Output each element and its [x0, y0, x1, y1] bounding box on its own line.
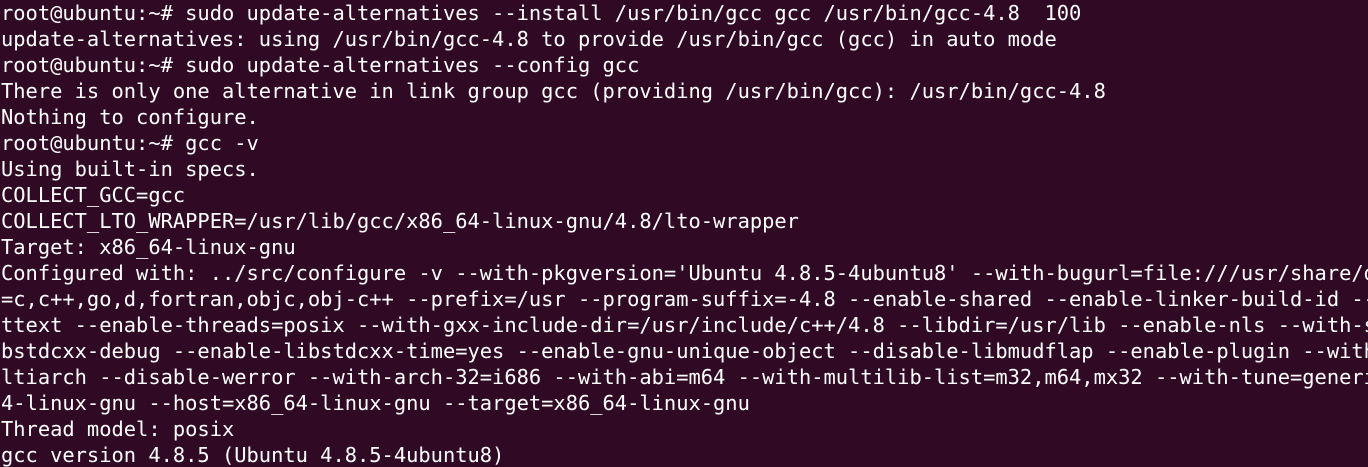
terminal-line: Thread model: posix: [1, 417, 235, 441]
terminal-line: gcc version 4.8.5 (Ubuntu 4.8.5-4ubuntu8…: [1, 443, 505, 467]
terminal-line: Using built-in specs.: [1, 157, 259, 181]
terminal-line: ltiarch --disable-werror --with-arch-32=…: [1, 365, 1368, 389]
terminal-line: ttext --enable-threads=posix --with-gxx-…: [1, 313, 1368, 337]
terminal-line: =c,c++,go,d,fortran,objc,obj-c++ --prefi…: [1, 287, 1368, 311]
terminal-line: update-alternatives: using /usr/bin/gcc-…: [1, 27, 1057, 51]
terminal-line: root@ubuntu:~# gcc -v: [1, 131, 259, 155]
terminal-line: bstdcxx-debug --enable-libstdcxx-time=ye…: [1, 339, 1368, 363]
terminal-line: COLLECT_GCC=gcc: [1, 183, 186, 207]
terminal-line: There is only one alternative in link gr…: [1, 79, 1106, 103]
terminal-window[interactable]: root@ubuntu:~# sudo update-alternatives …: [0, 0, 1368, 467]
terminal-line: Nothing to configure.: [1, 105, 259, 129]
terminal-line: root@ubuntu:~# sudo update-alternatives …: [1, 1, 1082, 25]
terminal-line: COLLECT_LTO_WRAPPER=/usr/lib/gcc/x86_64-…: [1, 209, 799, 233]
terminal-line: 4-linux-gnu --host=x86_64-linux-gnu --ta…: [1, 391, 750, 415]
terminal-line: Target: x86_64-linux-gnu: [1, 235, 296, 259]
terminal-line: root@ubuntu:~# sudo update-alternatives …: [1, 53, 640, 77]
terminal-line: Configured with: ../src/configure -v --w…: [1, 261, 1368, 285]
